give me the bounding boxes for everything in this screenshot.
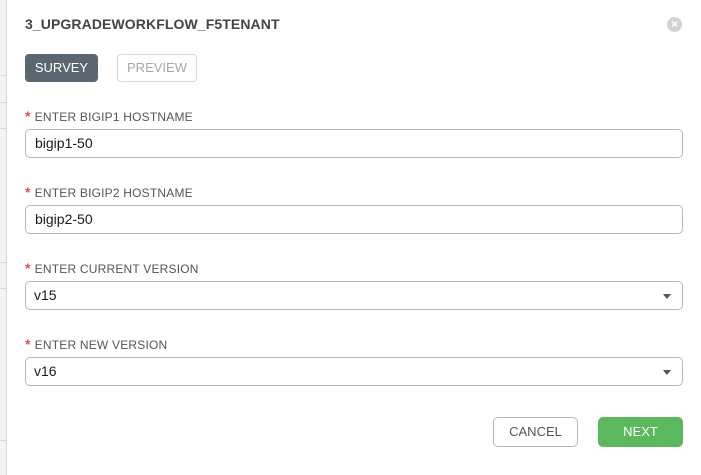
current-version-value: v15: [34, 287, 57, 303]
required-marker: *: [25, 184, 31, 200]
bigip2-hostname-label: * ENTER BIGIP2 HOSTNAME: [25, 184, 193, 200]
new-version-label: * ENTER NEW VERSION: [25, 336, 167, 352]
next-button[interactable]: NEXT: [598, 417, 683, 447]
field-label-text: ENTER BIGIP1 HOSTNAME: [34, 110, 193, 124]
field-label-text: ENTER CURRENT VERSION: [34, 262, 199, 276]
bigip2-hostname-input[interactable]: bigip2-50: [25, 205, 683, 234]
tab-survey[interactable]: SURVEY: [25, 54, 98, 82]
current-version-label: * ENTER CURRENT VERSION: [25, 260, 199, 276]
cancel-button[interactable]: CANCEL: [493, 417, 578, 447]
bigip1-hostname-label: * ENTER BIGIP1 HOSTNAME: [25, 108, 193, 124]
new-version-value: v16: [34, 363, 57, 379]
new-version-select[interactable]: v16: [25, 357, 683, 386]
close-icon[interactable]: ×: [667, 17, 682, 32]
required-marker: *: [25, 260, 31, 276]
required-marker: *: [25, 108, 31, 124]
caret-down-icon: [663, 294, 671, 299]
current-version-select[interactable]: v15: [25, 281, 683, 310]
modal-title: 3_UPGRADEWORKFLOW_F5TENANT: [25, 16, 280, 32]
required-marker: *: [25, 336, 31, 352]
tab-preview[interactable]: PREVIEW: [117, 54, 197, 82]
field-label-text: ENTER BIGIP2 HOSTNAME: [34, 186, 193, 200]
survey-modal: 3_UPGRADEWORKFLOW_F5TENANT × SURVEY PREV…: [6, 0, 701, 475]
field-label-text: ENTER NEW VERSION: [34, 338, 168, 352]
bigip1-hostname-input[interactable]: bigip1-50: [25, 129, 683, 158]
caret-down-icon: [663, 370, 671, 375]
